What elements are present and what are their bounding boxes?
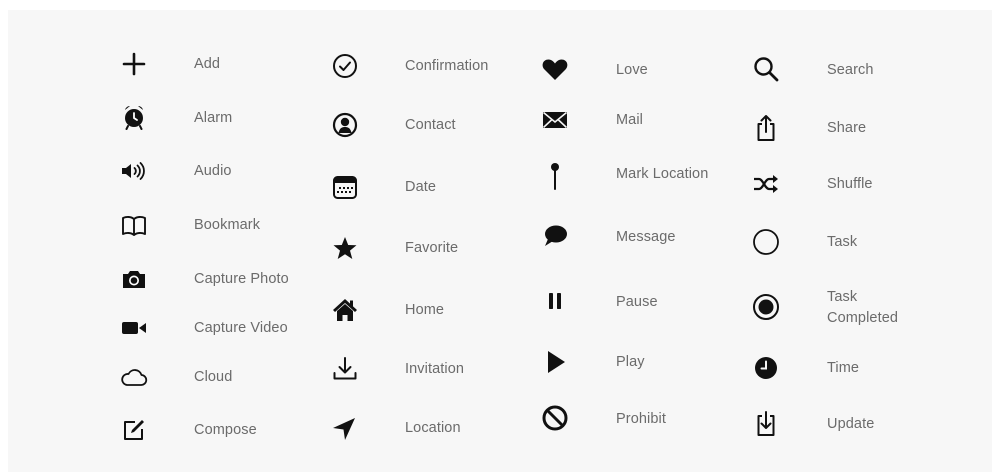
download-icon: [329, 353, 361, 385]
icon-label: Play: [616, 354, 645, 370]
plus-icon: [118, 48, 150, 80]
icon-label: Update: [827, 416, 875, 432]
magnifier-icon: [750, 53, 782, 85]
cloud-icon: [118, 361, 150, 393]
contact-icon: [329, 109, 361, 141]
check-circle-icon: [329, 50, 361, 82]
icon-label: Mark Location: [616, 166, 709, 182]
share-icon: [750, 112, 782, 144]
prohibit-icon: [539, 402, 571, 434]
alarm-icon: [118, 101, 150, 133]
pin-icon: [539, 160, 571, 192]
play-icon: [539, 346, 571, 378]
radio-filled-icon: [750, 291, 782, 323]
speaker-icon: [118, 155, 150, 187]
icon-label: Capture Photo: [194, 271, 289, 287]
icon-label: Invitation: [405, 361, 465, 377]
icon-label: Prohibit: [616, 411, 666, 427]
icon-label: Task: [827, 234, 858, 250]
star-icon: [329, 232, 361, 264]
icon-label: Time: [827, 360, 860, 376]
speech-bubble-icon: [539, 220, 571, 252]
empty-circle-icon: [750, 226, 782, 258]
video-camera-icon: [118, 312, 150, 344]
envelope-icon: [539, 104, 571, 136]
clock-icon: [750, 352, 782, 384]
icon-label: Mail: [616, 112, 643, 128]
camera-icon: [118, 263, 150, 295]
icon-label: Alarm: [194, 110, 233, 126]
icon-label: Audio: [194, 163, 232, 179]
icon-label: Message: [616, 229, 676, 245]
icon-label: Favorite: [405, 240, 459, 256]
pause-icon: [539, 285, 571, 317]
icon-label: Bookmark: [194, 217, 261, 233]
icon-label: Shuffle: [827, 176, 873, 192]
icon-label: Love: [616, 62, 648, 78]
location-arrow-icon: [329, 412, 361, 444]
icon-label: Confirmation: [405, 58, 489, 74]
icon-panel: Add Alarm Audio Bookmark Capture Photo C…: [8, 10, 992, 472]
icon-label: Contact: [405, 117, 456, 133]
calendar-icon: [329, 171, 361, 203]
icon-label: Pause: [616, 294, 658, 310]
heart-icon: [539, 53, 571, 85]
icon-label: Location: [405, 420, 461, 436]
shuffle-icon: [750, 168, 782, 200]
icon-label: Home: [405, 302, 445, 318]
icon-label: Add: [194, 56, 221, 72]
icon-label: Capture Video: [194, 320, 288, 336]
compose-icon: [118, 414, 150, 446]
icon-label: Share: [827, 120, 867, 136]
update-icon: [750, 408, 782, 440]
home-icon: [329, 294, 361, 326]
icon-label: Compose: [194, 422, 257, 438]
icon-label: Search: [827, 62, 874, 78]
icon-label: Cloud: [194, 369, 233, 385]
icon-label: Task Completed: [827, 289, 899, 326]
icon-label: Date: [405, 179, 437, 195]
open-book-icon: [118, 209, 150, 241]
